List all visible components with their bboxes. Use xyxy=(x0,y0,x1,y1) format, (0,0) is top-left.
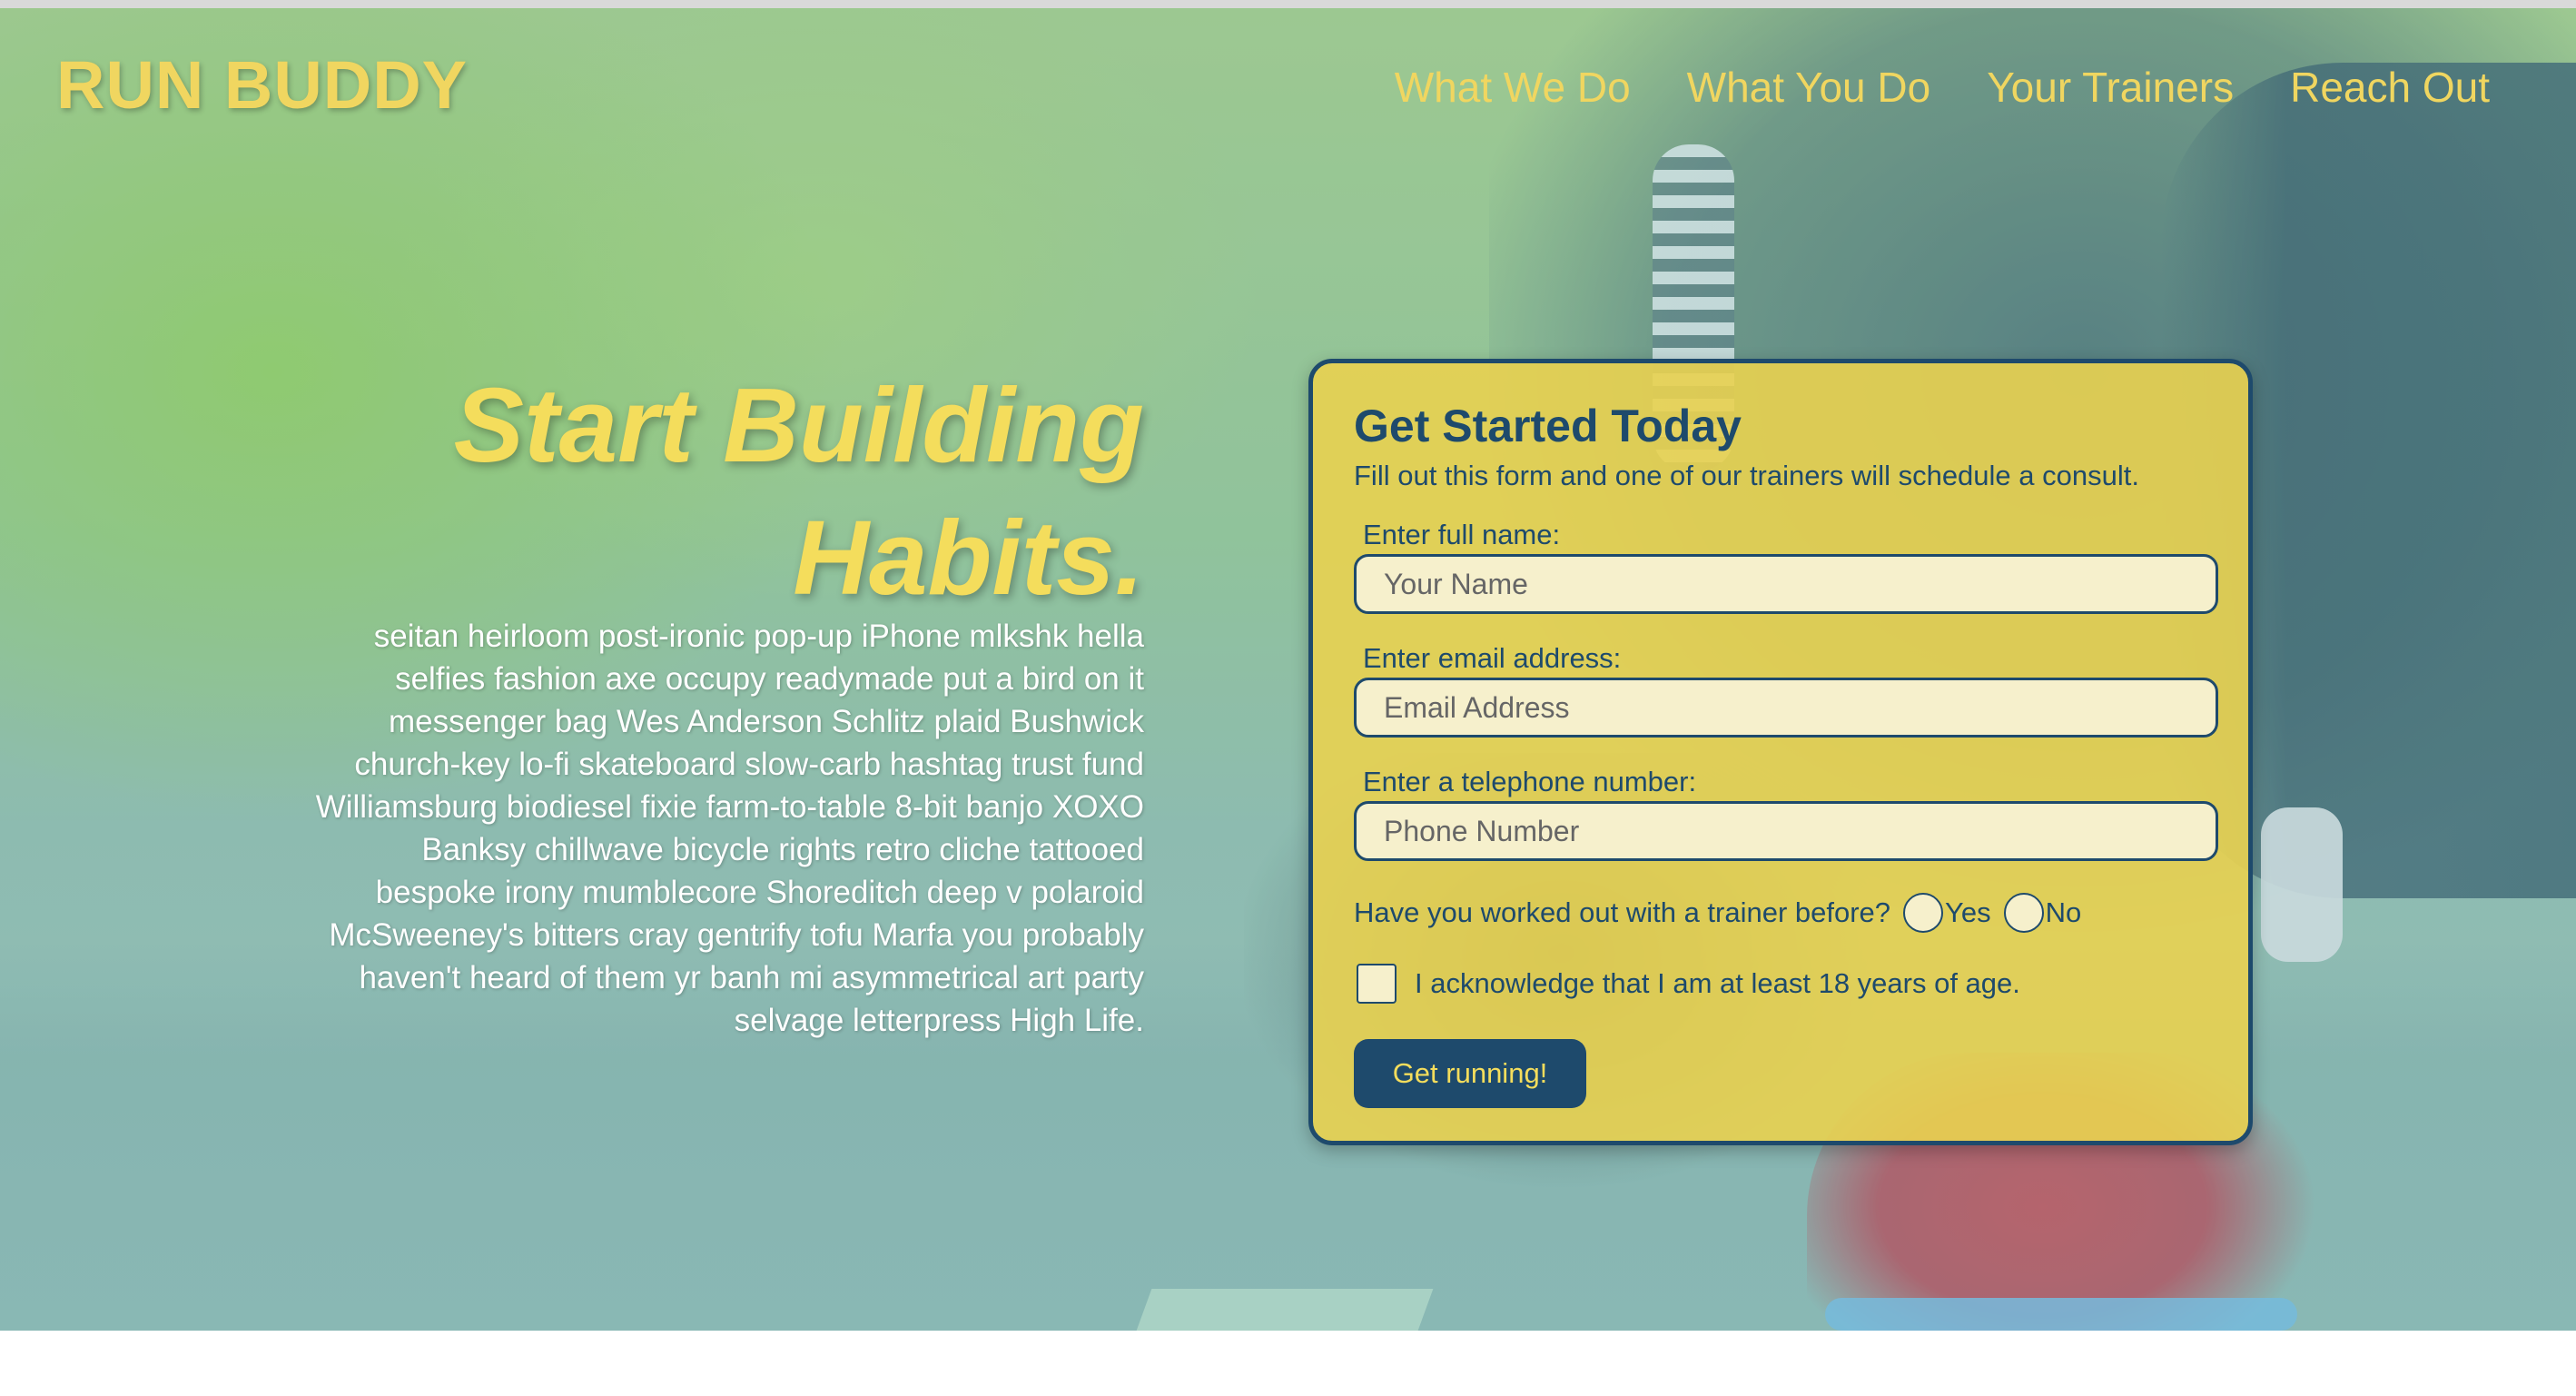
radio-no-label[interactable]: No xyxy=(2046,896,2082,929)
nav-link-your-trainers[interactable]: Your Trainers xyxy=(1987,63,2234,112)
full-name-input[interactable] xyxy=(1354,554,2218,614)
age-acknowledge-label[interactable]: I acknowledge that I am at least 18 year… xyxy=(1415,967,2020,1000)
hero-section: RUN BUDDY What We Do What You Do Your Tr… xyxy=(0,8,2576,1331)
form-subtitle: Fill out this form and one of our traine… xyxy=(1354,460,2139,491)
radio-yes-label[interactable]: Yes xyxy=(1945,896,1991,929)
trainer-question-text: Have you worked out with a trainer befor… xyxy=(1354,896,1891,928)
brand-logo[interactable]: RUN BUDDY xyxy=(56,46,468,124)
radio-yes[interactable] xyxy=(1903,893,1944,933)
phone-label: Enter a telephone number: xyxy=(1363,766,1697,797)
hero-body-text: seitan heirloom post-ironic pop-up iPhon… xyxy=(315,619,1144,1038)
get-running-button[interactable]: Get running! xyxy=(1354,1039,1586,1108)
window-top-border xyxy=(0,0,2576,8)
hero-title: Start Building Habits. xyxy=(272,359,1144,624)
get-started-form: Get Started Today Fill out this form and… xyxy=(1308,359,2253,1145)
hero-title-line-2: Habits. xyxy=(793,499,1144,617)
email-label: Enter email address: xyxy=(1363,642,1622,674)
form-title: Get Started Today xyxy=(1354,401,1742,451)
nav-link-what-you-do[interactable]: What You Do xyxy=(1687,63,1931,112)
email-input[interactable] xyxy=(1354,678,2218,738)
phone-input[interactable] xyxy=(1354,801,2218,861)
nav-link-what-we-do[interactable]: What We Do xyxy=(1395,63,1631,112)
full-name-label: Enter full name: xyxy=(1363,519,1561,550)
nav-link-reach-out[interactable]: Reach Out xyxy=(2290,63,2490,112)
radio-no[interactable] xyxy=(2003,893,2044,933)
age-acknowledge-row: I acknowledge that I am at least 18 year… xyxy=(1357,964,2020,1004)
hero-title-line-1: Start Building xyxy=(453,366,1144,484)
age-acknowledge-checkbox[interactable] xyxy=(1357,964,1397,1004)
main-nav: What We Do What You Do Your Trainers Rea… xyxy=(1395,63,2490,112)
trainer-question-row: Have you worked out with a trainer befor… xyxy=(1354,893,2081,933)
